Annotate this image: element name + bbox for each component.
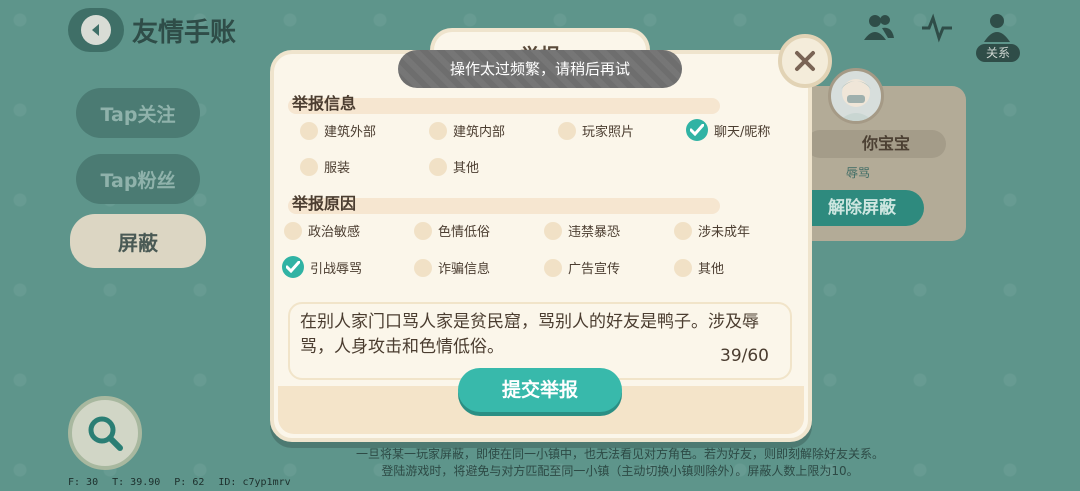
stat-ping: P: 62 (174, 477, 205, 488)
radio-icon (544, 221, 562, 240)
note-line-2: 登陆游戏时，将避免与对方匹配至同一小镇（主动切换小镇则除外）。屏蔽人数上限为10… (381, 464, 859, 478)
radio-icon (674, 258, 692, 277)
radio-icon (429, 157, 447, 176)
sidebar-item-tap-follow[interactable]: Tap关注 (76, 88, 200, 138)
blocked-info-note: 一旦将某一玩家屏蔽，即使在同一小镇中，也无法看见对方角色。若为好友，则即刻解除好… (300, 446, 940, 480)
section-report-info: 举报信息 (292, 94, 357, 113)
option-advertising[interactable]: 广告宣传 (544, 258, 620, 277)
close-button[interactable] (778, 34, 832, 88)
avatar (828, 68, 884, 124)
radio-icon (300, 157, 318, 176)
back-arrow-icon (81, 15, 111, 45)
sidebar-item-blocked[interactable]: 屏蔽 (70, 214, 206, 268)
search-button[interactable] (68, 396, 142, 470)
radio-icon (674, 221, 692, 240)
option-clothing[interactable]: 服装 (300, 157, 350, 176)
submit-report-button[interactable]: 提交举报 (458, 368, 622, 412)
checkmark-icon (686, 119, 708, 141)
toast-message: 操作太过频繁，请稍后再试 (398, 50, 682, 88)
page-title: 友情手账 (132, 18, 237, 48)
option-fraud[interactable]: 诈骗信息 (414, 258, 490, 277)
radio-icon (558, 121, 576, 140)
option-building-exterior[interactable]: 建筑外部 (300, 121, 376, 140)
report-description-text: 在别人家门口骂人家是贫民窟，骂别人的好友是鸭子。涉及辱骂，人身攻击和色情低俗。 (300, 312, 759, 357)
note-line-1: 一旦将某一玩家屏蔽，即使在同一小镇中，也无法看见对方角色。若为好友，则即刻解除好… (355, 447, 884, 461)
radio-icon (300, 121, 318, 140)
section-report-reason: 举报原因 (292, 194, 357, 213)
stat-fps: F: 30 (68, 477, 99, 488)
option-player-photo[interactable]: 玩家照片 (558, 121, 634, 140)
radio-icon (544, 258, 562, 277)
option-reason-other[interactable]: 其他 (674, 258, 724, 277)
radio-icon (414, 258, 432, 277)
activity-icon[interactable] (920, 12, 954, 44)
option-abuse[interactable]: 引战辱骂 (282, 256, 362, 278)
friend-name: 你宝宝 (806, 130, 946, 158)
option-info-other[interactable]: 其他 (429, 157, 479, 176)
character-counter: 39/60 (720, 346, 769, 366)
stat-time: T: 39.90 (112, 477, 161, 488)
sidebar-item-tap-fans[interactable]: Tap粉丝 (76, 154, 200, 204)
radio-icon (429, 121, 447, 140)
friends-icon[interactable] (862, 12, 896, 44)
option-violence[interactable]: 违禁暴恐 (544, 221, 620, 240)
option-pornographic[interactable]: 色情低俗 (414, 221, 490, 240)
checkmark-icon (282, 256, 304, 278)
debug-stats: F: 30 T: 39.90 P: 62 ID: c7yp1mrv (68, 477, 291, 488)
option-chat-nickname[interactable]: 聊天/昵称 (686, 119, 770, 141)
search-icon (88, 416, 123, 451)
relation-icon[interactable] (980, 12, 1014, 44)
close-icon (795, 51, 815, 71)
friend-block-reason: 辱骂 (845, 166, 870, 180)
stat-id: ID: c7yp1mrv (218, 477, 291, 488)
radio-icon (284, 221, 302, 240)
relation-tab-label[interactable]: 关系 (976, 44, 1020, 62)
option-building-interior[interactable]: 建筑内部 (429, 121, 505, 140)
option-minors[interactable]: 涉未成年 (674, 221, 750, 240)
back-button[interactable] (68, 8, 124, 52)
option-political[interactable]: 政治敏感 (284, 221, 360, 240)
radio-icon (414, 221, 432, 240)
